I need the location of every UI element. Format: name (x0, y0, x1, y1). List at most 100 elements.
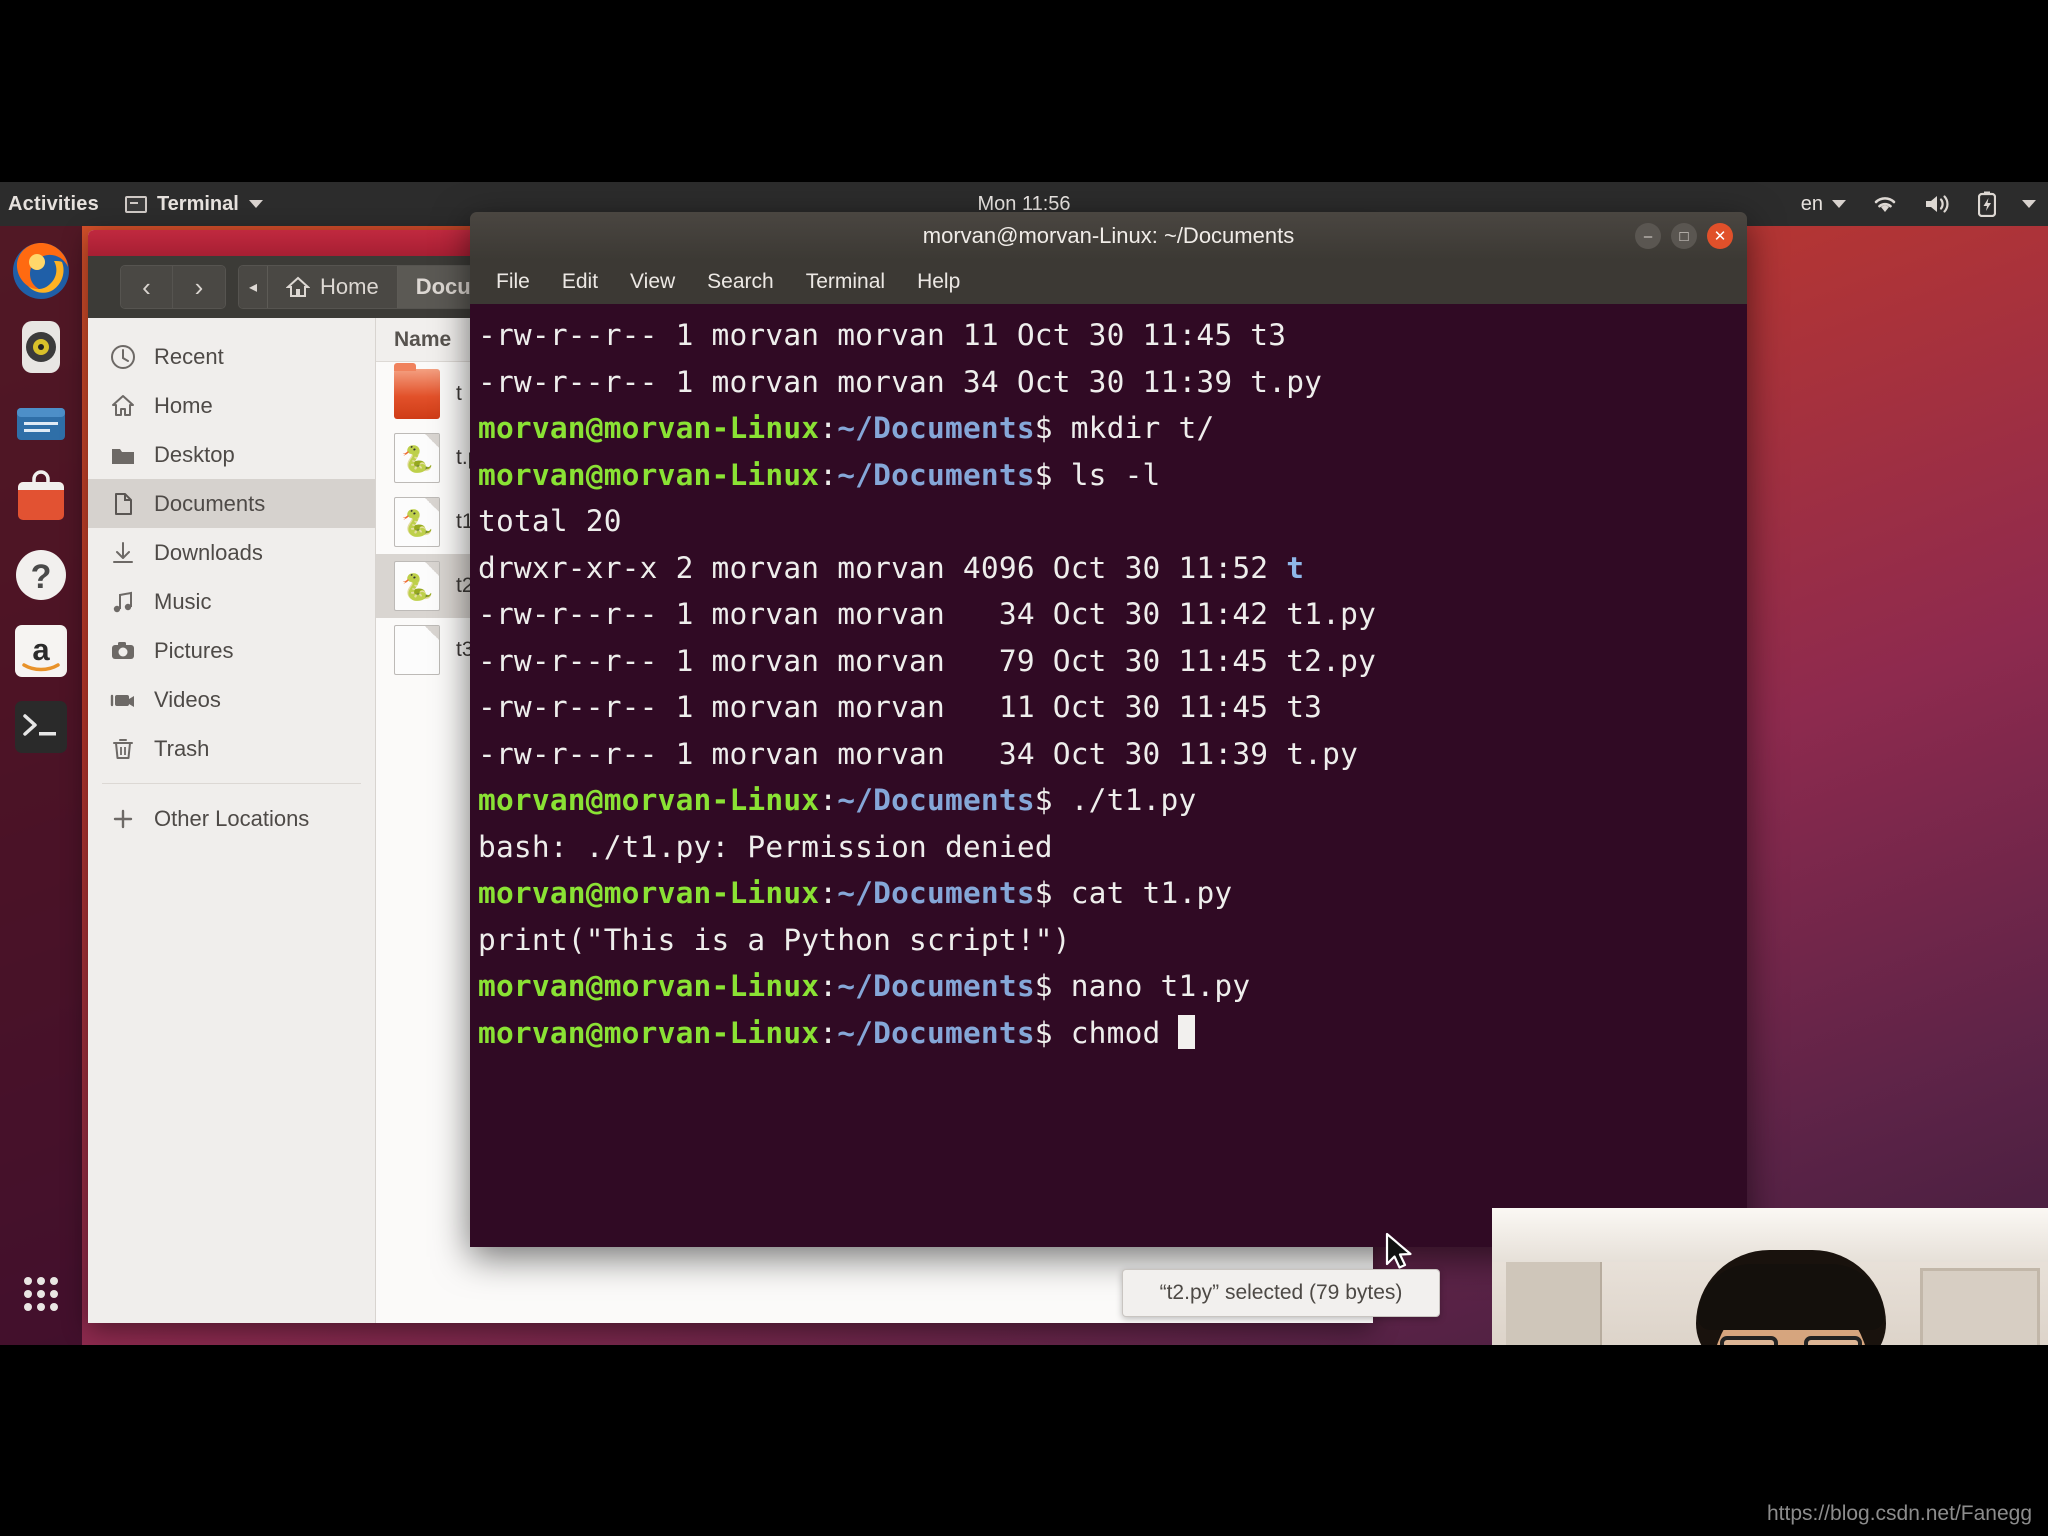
terminal-menubar: File Edit View Search Terminal Help (470, 260, 1747, 304)
sidebar-item-pictures[interactable]: Pictures (88, 626, 375, 675)
document-icon (110, 491, 136, 517)
sidebar-item-label: Home (154, 392, 213, 418)
terminal-output-text: print("This is a Python script!") (478, 922, 1071, 957)
sidebar-item-label: Trash (154, 735, 210, 761)
navigation-buttons: ‹ › (120, 265, 226, 309)
window-controls: – □ ✕ (1635, 223, 1733, 249)
svg-text:a: a (32, 632, 50, 667)
sidebar-item-recent[interactable]: Recent (88, 332, 375, 381)
launcher-item-ubuntu-software[interactable] (10, 468, 72, 530)
prompt-path: ~/Documents (837, 457, 1035, 492)
sidebar-item-label: Videos (154, 686, 221, 712)
file-name: t (456, 382, 462, 405)
status-badge: “t2.py” selected (79 bytes) (1122, 1269, 1440, 1317)
sidebar-item-desktop[interactable]: Desktop (88, 430, 375, 479)
launcher-item-terminal[interactable] (10, 696, 72, 758)
launcher-item-firefox[interactable] (10, 240, 72, 302)
glasses-icon (1720, 1336, 1862, 1345)
terminal-directory-name: t (1286, 550, 1305, 585)
terminal-output-line: drwxr-xr-x 2 morvan morvan 4096 Oct 30 1… (474, 545, 1747, 592)
menu-item-help[interactable]: Help (917, 270, 960, 294)
sidebar-item-trash[interactable]: Trash (88, 724, 375, 773)
download-icon (110, 540, 136, 566)
activities-button[interactable]: Activities (8, 193, 99, 216)
sidebar-item-videos[interactable]: Videos (88, 675, 375, 724)
menu-item-file[interactable]: File (496, 270, 530, 294)
python-file-icon: 🐍 (394, 497, 440, 547)
music-icon (110, 589, 136, 615)
launcher-item-help[interactable]: ? (10, 544, 72, 606)
breadcrumb-item-home[interactable]: Home (268, 266, 398, 308)
maximize-button[interactable]: □ (1671, 223, 1697, 249)
terminal-title: morvan@morvan-Linux: ~/Documents (922, 223, 1295, 248)
webcam-overlay (1492, 1208, 2048, 1345)
sidebar-item-downloads[interactable]: Downloads (88, 528, 375, 577)
app-menu-terminal[interactable]: Terminal (124, 193, 263, 216)
show-applications-button[interactable] (10, 1263, 72, 1325)
prompt-colon: : (819, 457, 838, 492)
battery-icon[interactable] (1978, 191, 1996, 217)
terminal-command: ./t1.py (1070, 783, 1197, 817)
terminal-titlebar[interactable]: morvan@morvan-Linux: ~/Documents – □ ✕ (470, 212, 1747, 260)
mouse-pointer-icon (1385, 1232, 1415, 1274)
video-icon (110, 687, 136, 713)
clock-icon (110, 344, 136, 370)
sidebar-item-documents[interactable]: Documents (88, 479, 375, 528)
breadcrumb-collapse-button[interactable]: ◂ (239, 266, 269, 308)
launcher-item-amazon[interactable]: a (10, 620, 72, 682)
wifi-icon[interactable] (1872, 193, 1898, 215)
close-button[interactable]: ✕ (1707, 223, 1733, 249)
prompt-colon: : (819, 411, 838, 445)
launcher-item-libreoffice-writer[interactable] (10, 392, 72, 454)
terminal-output-line: -rw-r--r-- 1 morvan morvan 79 Oct 30 11:… (474, 638, 1747, 685)
keyboard-layout-indicator[interactable]: en (1801, 193, 1846, 216)
terminal-output[interactable]: -rw-r--r-- 1 morvan morvan 11 Oct 30 11:… (470, 304, 1747, 1247)
menu-item-view[interactable]: View (630, 270, 675, 294)
python-file-icon: 🐍 (394, 561, 440, 611)
prompt-user-host: morvan@morvan-Linux (478, 876, 820, 910)
minimize-button[interactable]: – (1635, 223, 1661, 249)
prompt-user-host: morvan@morvan-Linux (478, 783, 820, 817)
sidebar-item-home[interactable]: Home (88, 381, 375, 430)
menu-item-edit[interactable]: Edit (562, 270, 598, 294)
prompt-sigil: $ (1034, 457, 1071, 492)
python-file-icon: 🐍 (394, 433, 440, 483)
prompt-user-host: morvan@morvan-Linux (478, 1015, 820, 1050)
launcher-item-rhythmbox[interactable] (10, 316, 72, 378)
prompt-colon: : (819, 876, 838, 910)
prompt-path: ~/Documents (837, 783, 1035, 817)
prompt-colon: : (819, 1015, 838, 1050)
terminal-command-line: morvan@morvan-Linux:~/Documents$ nano t1… (474, 963, 1747, 1010)
terminal-output-line: -rw-r--r-- 1 morvan morvan 34 Oct 30 11:… (474, 591, 1747, 638)
sidebar-item-music[interactable]: Music (88, 577, 375, 626)
volume-icon[interactable] (1924, 193, 1952, 215)
folder-icon (110, 442, 136, 468)
menu-item-search[interactable]: Search (707, 270, 774, 294)
sidebar-item-other-locations[interactable]: Other Locations (88, 794, 375, 843)
files-sidebar: Recent Home Desktop Documents Downloads … (88, 318, 376, 1323)
text-cursor (1178, 1014, 1196, 1049)
folder-icon (394, 363, 440, 419)
terminal-output-line: -rw-r--r-- 1 morvan morvan 34 Oct 30 11:… (474, 359, 1747, 406)
back-button[interactable]: ‹ (121, 266, 173, 308)
sidebar-item-label: Desktop (154, 441, 235, 467)
ubuntu-desktop: Activities Terminal Mon 11:56 en ? a ‹ ›… (0, 182, 2048, 1345)
terminal-output-line: total 20 (474, 498, 1747, 545)
terminal-output-text: bash: ./t1.py: Permission denied (478, 829, 1053, 864)
prompt-path: ~/Documents (837, 1015, 1035, 1050)
keyboard-layout-label: en (1800, 192, 1823, 215)
terminal-output-line: bash: ./t1.py: Permission denied (474, 824, 1747, 871)
terminal-icon (124, 195, 147, 213)
menu-item-terminal[interactable]: Terminal (806, 270, 885, 294)
screen-root: Activities Terminal Mon 11:56 en ? a ‹ ›… (0, 0, 2048, 1536)
terminal-window: morvan@morvan-Linux: ~/Documents – □ ✕ F… (470, 212, 1747, 1247)
terminal-command: mkdir t/ (1070, 411, 1215, 445)
prompt-sigil: $ (1034, 1015, 1071, 1050)
system-menu-caret-icon[interactable] (2022, 200, 2036, 208)
prompt-user-host: morvan@morvan-Linux (478, 457, 820, 492)
forward-button[interactable]: › (173, 266, 225, 308)
svg-text:?: ? (31, 558, 52, 596)
webcam-person (1668, 1250, 1918, 1345)
breadcrumb: ◂ Home Docum (238, 265, 510, 309)
prompt-user-host: morvan@morvan-Linux (478, 411, 820, 445)
